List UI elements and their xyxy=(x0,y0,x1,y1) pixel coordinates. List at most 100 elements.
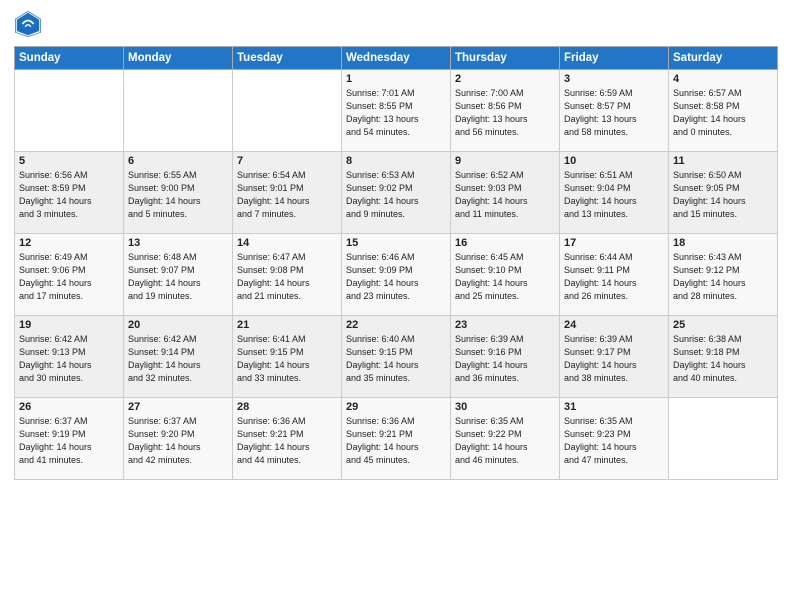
day-info: Sunrise: 6:41 AMSunset: 9:15 PMDaylight:… xyxy=(237,333,337,385)
day-number: 19 xyxy=(19,319,119,331)
day-number: 7 xyxy=(237,155,337,167)
day-number: 14 xyxy=(237,237,337,249)
day-info: Sunrise: 6:42 AMSunset: 9:13 PMDaylight:… xyxy=(19,333,119,385)
calendar-cell: 21 Sunrise: 6:41 AMSunset: 9:15 PMDayligh… xyxy=(233,316,342,398)
calendar-cell: 13 Sunrise: 6:48 AMSunset: 9:07 PMDayligh… xyxy=(124,234,233,316)
day-number: 9 xyxy=(455,155,555,167)
calendar-week-3: 12 Sunrise: 6:49 AMSunset: 9:06 PMDayligh… xyxy=(15,234,778,316)
col-header-monday: Monday xyxy=(124,47,233,70)
day-info: Sunrise: 6:37 AMSunset: 9:20 PMDaylight:… xyxy=(128,415,228,467)
day-info: Sunrise: 6:59 AMSunset: 8:57 PMDaylight:… xyxy=(564,87,664,139)
calendar-cell: 29 Sunrise: 6:36 AMSunset: 9:21 PMDayligh… xyxy=(342,398,451,480)
calendar-header-row: SundayMondayTuesdayWednesdayThursdayFrid… xyxy=(15,47,778,70)
day-number: 22 xyxy=(346,319,446,331)
day-number: 23 xyxy=(455,319,555,331)
day-number: 27 xyxy=(128,401,228,413)
day-info: Sunrise: 6:39 AMSunset: 9:17 PMDaylight:… xyxy=(564,333,664,385)
calendar-cell: 24 Sunrise: 6:39 AMSunset: 9:17 PMDayligh… xyxy=(560,316,669,398)
calendar-cell: 26 Sunrise: 6:37 AMSunset: 9:19 PMDayligh… xyxy=(15,398,124,480)
calendar-cell: 1 Sunrise: 7:01 AMSunset: 8:55 PMDaylight… xyxy=(342,70,451,152)
day-number: 15 xyxy=(346,237,446,249)
day-info: Sunrise: 6:49 AMSunset: 9:06 PMDaylight:… xyxy=(19,251,119,303)
day-info: Sunrise: 6:45 AMSunset: 9:10 PMDaylight:… xyxy=(455,251,555,303)
calendar-cell xyxy=(233,70,342,152)
day-info: Sunrise: 6:53 AMSunset: 9:02 PMDaylight:… xyxy=(346,169,446,221)
calendar-cell: 12 Sunrise: 6:49 AMSunset: 9:06 PMDayligh… xyxy=(15,234,124,316)
calendar-cell: 19 Sunrise: 6:42 AMSunset: 9:13 PMDayligh… xyxy=(15,316,124,398)
calendar-cell: 18 Sunrise: 6:43 AMSunset: 9:12 PMDayligh… xyxy=(669,234,778,316)
calendar-cell: 2Sunrise: 7:00 AMSunset: 8:56 PMDaylight… xyxy=(451,70,560,152)
day-info: Sunrise: 6:43 AMSunset: 9:12 PMDaylight:… xyxy=(673,251,773,303)
page: SundayMondayTuesdayWednesdayThursdayFrid… xyxy=(0,0,792,612)
day-info: Sunrise: 6:36 AMSunset: 9:21 PMDaylight:… xyxy=(237,415,337,467)
calendar-week-4: 19 Sunrise: 6:42 AMSunset: 9:13 PMDayligh… xyxy=(15,316,778,398)
calendar-cell: 25Sunrise: 6:38 AMSunset: 9:18 PMDayligh… xyxy=(669,316,778,398)
col-header-thursday: Thursday xyxy=(451,47,560,70)
calendar-cell: 22 Sunrise: 6:40 AMSunset: 9:15 PMDayligh… xyxy=(342,316,451,398)
header xyxy=(14,10,778,38)
calendar-week-5: 26 Sunrise: 6:37 AMSunset: 9:19 PMDayligh… xyxy=(15,398,778,480)
calendar-cell: 31Sunrise: 6:35 AMSunset: 9:23 PMDayligh… xyxy=(560,398,669,480)
day-info: Sunrise: 6:47 AMSunset: 9:08 PMDaylight:… xyxy=(237,251,337,303)
calendar-cell: 28 Sunrise: 6:36 AMSunset: 9:21 PMDayligh… xyxy=(233,398,342,480)
day-number: 3 xyxy=(564,73,664,85)
calendar-cell: 20 Sunrise: 6:42 AMSunset: 9:14 PMDayligh… xyxy=(124,316,233,398)
day-number: 8 xyxy=(346,155,446,167)
day-info: Sunrise: 6:37 AMSunset: 9:19 PMDaylight:… xyxy=(19,415,119,467)
day-info: Sunrise: 6:40 AMSunset: 9:15 PMDaylight:… xyxy=(346,333,446,385)
calendar-cell: 6Sunrise: 6:55 AMSunset: 9:00 PMDaylight… xyxy=(124,152,233,234)
day-info: Sunrise: 6:51 AMSunset: 9:04 PMDaylight:… xyxy=(564,169,664,221)
day-number: 1 xyxy=(346,73,446,85)
day-info: Sunrise: 6:38 AMSunset: 9:18 PMDaylight:… xyxy=(673,333,773,385)
day-info: Sunrise: 6:35 AMSunset: 9:22 PMDaylight:… xyxy=(455,415,555,467)
calendar: SundayMondayTuesdayWednesdayThursdayFrid… xyxy=(14,46,778,480)
calendar-week-2: 5 Sunrise: 6:56 AMSunset: 8:59 PMDaylight… xyxy=(15,152,778,234)
calendar-cell xyxy=(124,70,233,152)
calendar-cell xyxy=(669,398,778,480)
day-info: Sunrise: 6:39 AMSunset: 9:16 PMDaylight:… xyxy=(455,333,555,385)
calendar-cell: 8 Sunrise: 6:53 AMSunset: 9:02 PMDaylight… xyxy=(342,152,451,234)
calendar-cell: 15Sunrise: 6:46 AMSunset: 9:09 PMDayligh… xyxy=(342,234,451,316)
calendar-cell: 14 Sunrise: 6:47 AMSunset: 9:08 PMDayligh… xyxy=(233,234,342,316)
day-number: 24 xyxy=(564,319,664,331)
day-info: Sunrise: 6:50 AMSunset: 9:05 PMDaylight:… xyxy=(673,169,773,221)
day-info: Sunrise: 7:01 AMSunset: 8:55 PMDaylight:… xyxy=(346,87,446,139)
day-info: Sunrise: 7:00 AMSunset: 8:56 PMDaylight:… xyxy=(455,87,555,139)
calendar-cell xyxy=(15,70,124,152)
day-info: Sunrise: 6:54 AMSunset: 9:01 PMDaylight:… xyxy=(237,169,337,221)
day-info: Sunrise: 6:42 AMSunset: 9:14 PMDaylight:… xyxy=(128,333,228,385)
day-number: 12 xyxy=(19,237,119,249)
calendar-cell: 27 Sunrise: 6:37 AMSunset: 9:20 PMDayligh… xyxy=(124,398,233,480)
day-number: 20 xyxy=(128,319,228,331)
day-info: Sunrise: 6:57 AMSunset: 8:58 PMDaylight:… xyxy=(673,87,773,139)
col-header-friday: Friday xyxy=(560,47,669,70)
day-number: 16 xyxy=(455,237,555,249)
col-header-wednesday: Wednesday xyxy=(342,47,451,70)
day-info: Sunrise: 6:56 AMSunset: 8:59 PMDaylight:… xyxy=(19,169,119,221)
calendar-cell: 5 Sunrise: 6:56 AMSunset: 8:59 PMDaylight… xyxy=(15,152,124,234)
calendar-week-1: 1 Sunrise: 7:01 AMSunset: 8:55 PMDaylight… xyxy=(15,70,778,152)
day-info: Sunrise: 6:48 AMSunset: 9:07 PMDaylight:… xyxy=(128,251,228,303)
day-number: 18 xyxy=(673,237,773,249)
calendar-cell: 30 Sunrise: 6:35 AMSunset: 9:22 PMDayligh… xyxy=(451,398,560,480)
col-header-tuesday: Tuesday xyxy=(233,47,342,70)
day-number: 13 xyxy=(128,237,228,249)
calendar-cell: 11Sunrise: 6:50 AMSunset: 9:05 PMDayligh… xyxy=(669,152,778,234)
day-number: 5 xyxy=(19,155,119,167)
calendar-cell: 17 Sunrise: 6:44 AMSunset: 9:11 PMDayligh… xyxy=(560,234,669,316)
day-number: 30 xyxy=(455,401,555,413)
day-info: Sunrise: 6:36 AMSunset: 9:21 PMDaylight:… xyxy=(346,415,446,467)
calendar-cell: 9Sunrise: 6:52 AMSunset: 9:03 PMDaylight… xyxy=(451,152,560,234)
calendar-cell: 10 Sunrise: 6:51 AMSunset: 9:04 PMDayligh… xyxy=(560,152,669,234)
calendar-cell: 3 Sunrise: 6:59 AMSunset: 8:57 PMDaylight… xyxy=(560,70,669,152)
day-number: 21 xyxy=(237,319,337,331)
day-number: 10 xyxy=(564,155,664,167)
day-number: 29 xyxy=(346,401,446,413)
day-info: Sunrise: 6:44 AMSunset: 9:11 PMDaylight:… xyxy=(564,251,664,303)
day-number: 26 xyxy=(19,401,119,413)
col-header-saturday: Saturday xyxy=(669,47,778,70)
logo xyxy=(14,10,46,38)
day-number: 17 xyxy=(564,237,664,249)
calendar-cell: 23 Sunrise: 6:39 AMSunset: 9:16 PMDayligh… xyxy=(451,316,560,398)
day-number: 28 xyxy=(237,401,337,413)
